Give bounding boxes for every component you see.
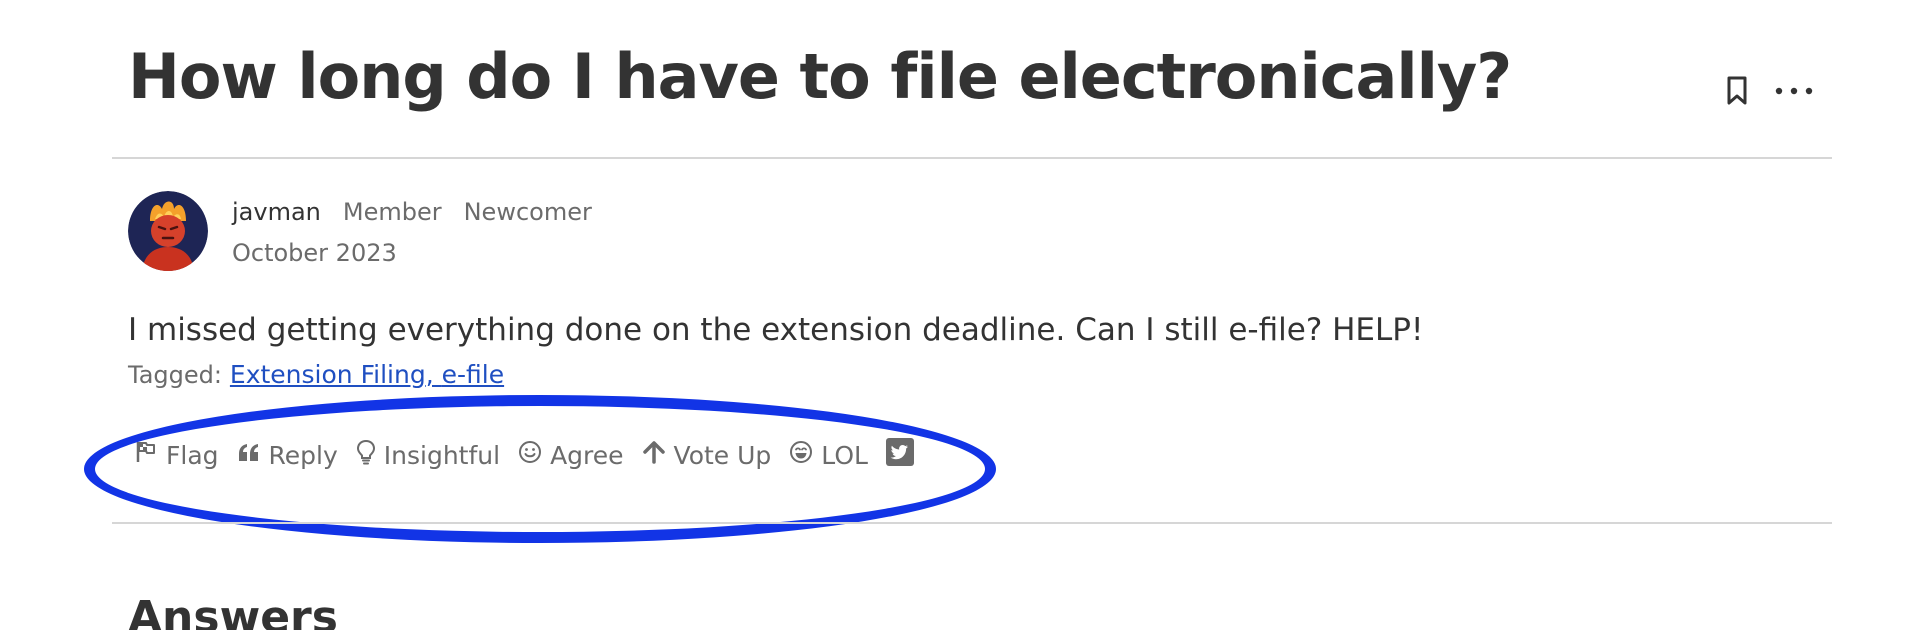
title-actions: [1726, 76, 1814, 106]
vote-up-button[interactable]: Vote Up: [642, 440, 772, 470]
avatar[interactable]: [128, 191, 208, 271]
author-meta: javman Member Newcomer: [232, 198, 592, 226]
laugh-icon: [789, 440, 813, 470]
reply-button[interactable]: Reply: [237, 441, 338, 470]
vote-up-label: Vote Up: [673, 440, 772, 470]
twitter-share-button[interactable]: [885, 438, 914, 472]
bookmark-icon[interactable]: [1726, 76, 1748, 106]
lol-button[interactable]: LOL: [789, 440, 868, 470]
reaction-bar: Flag Reply Insightful Agree Vote Up LOL: [134, 438, 914, 472]
more-options-icon[interactable]: [1774, 86, 1814, 96]
post-divider: [112, 522, 1832, 524]
author-name[interactable]: javman: [232, 198, 321, 226]
question-body: I missed getting everything done on the …: [128, 312, 1424, 348]
post-date: October 2023: [232, 239, 397, 267]
agree-button[interactable]: Agree: [518, 440, 624, 470]
lol-label: LOL: [821, 440, 868, 470]
arrow-up-icon: [642, 440, 666, 470]
author-role-newcomer: Newcomer: [463, 198, 592, 226]
tag-e-file[interactable]: e-file: [442, 360, 504, 389]
tag-extension-filing[interactable]: Extension Filing: [230, 360, 426, 389]
flag-label: Flag: [166, 440, 219, 470]
flag-button[interactable]: Flag: [134, 440, 219, 470]
reply-label: Reply: [268, 440, 338, 470]
question-page: How long do I have to file electronicall…: [0, 0, 1920, 630]
tag-separator: ,: [425, 360, 442, 389]
insightful-label: Insightful: [383, 440, 501, 470]
lightbulb-icon: [356, 439, 376, 471]
title-divider: [112, 157, 1832, 159]
page-title: How long do I have to file electronicall…: [128, 40, 1512, 113]
agree-label: Agree: [550, 440, 624, 470]
twitter-icon: [885, 438, 914, 472]
tags-label: Tagged:: [128, 361, 222, 389]
quote-icon: [237, 441, 261, 470]
smile-icon: [518, 440, 542, 470]
answers-heading: Answers: [128, 592, 338, 630]
tags-row: Tagged: Extension Filing, e-file: [128, 360, 504, 389]
author-role-member: Member: [342, 198, 442, 226]
insightful-button[interactable]: Insightful: [356, 439, 500, 471]
flag-icon: [134, 440, 158, 470]
